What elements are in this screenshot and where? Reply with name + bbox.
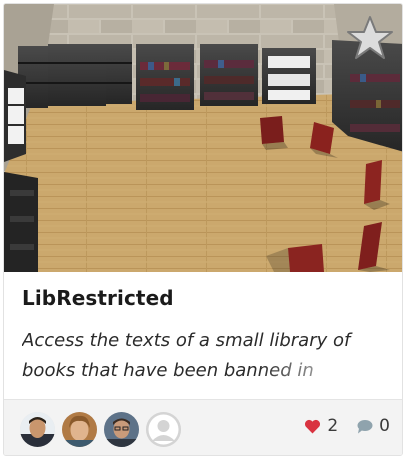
like-count: 2 xyxy=(327,416,339,436)
comment-button[interactable]: 0 xyxy=(356,416,390,436)
library-scene-image xyxy=(4,4,402,272)
project-description: Access the texts of a small library of b… xyxy=(22,330,351,381)
avatar[interactable] xyxy=(20,412,55,447)
avatar[interactable] xyxy=(146,412,181,447)
heart-icon xyxy=(305,419,321,433)
avatar[interactable] xyxy=(104,412,139,447)
star-icon[interactable] xyxy=(346,14,394,62)
project-description-container: Access the texts of a small library of b… xyxy=(22,326,388,398)
comment-count: 0 xyxy=(379,416,390,436)
avatar[interactable] xyxy=(62,412,97,447)
project-title[interactable]: LibRestricted xyxy=(22,286,174,310)
card-footer: 2 0 xyxy=(4,399,402,455)
speech-bubble-icon xyxy=(357,419,373,433)
project-thumbnail[interactable] xyxy=(4,4,402,272)
like-button[interactable]: 2 xyxy=(304,416,338,436)
project-card[interactable]: LibRestricted Access the texts of a smal… xyxy=(3,3,403,456)
engagement-stats: 2 0 xyxy=(304,416,390,436)
contributor-avatars xyxy=(20,412,181,447)
